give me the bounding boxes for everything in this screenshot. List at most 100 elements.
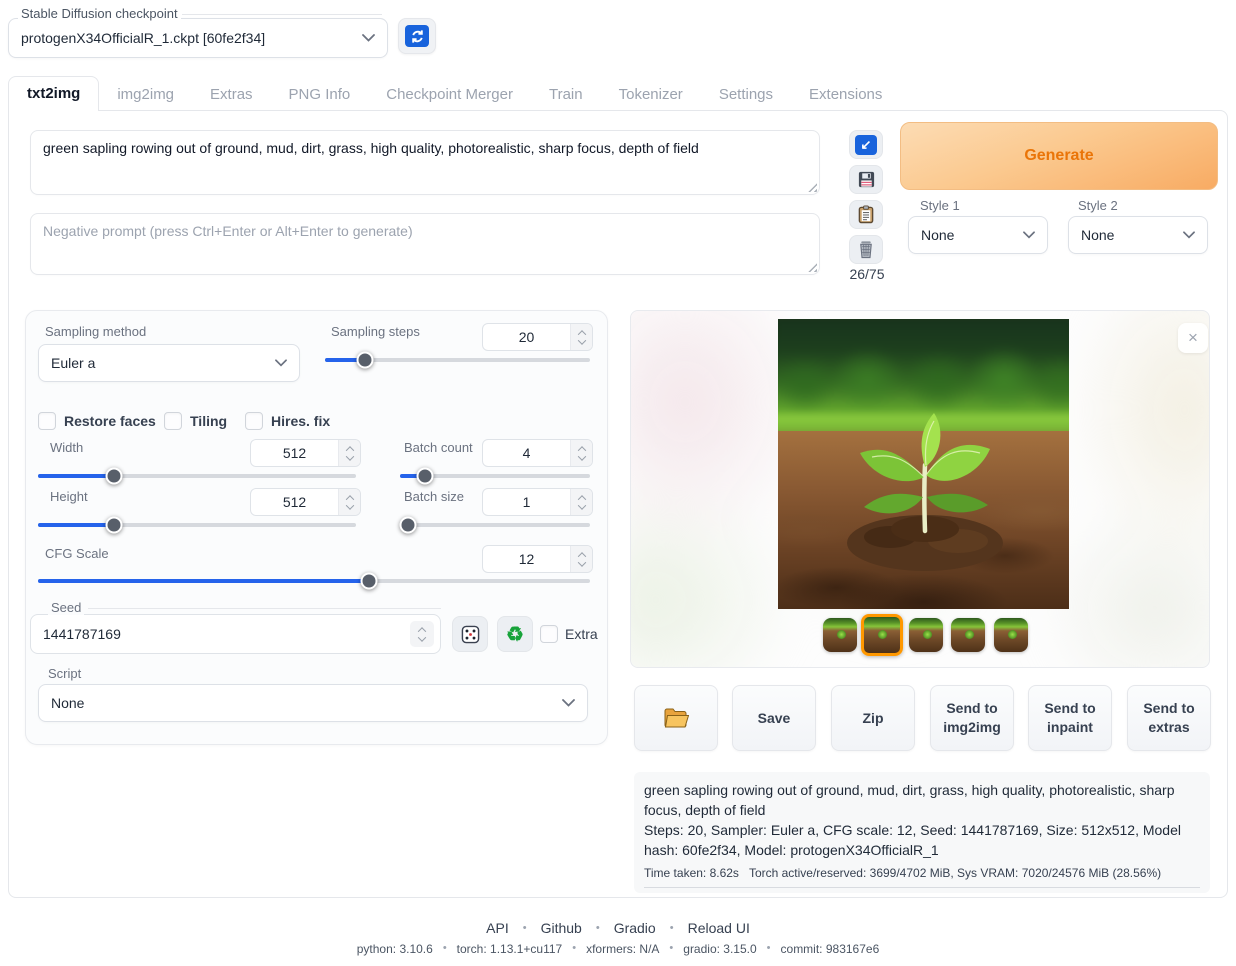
restore-faces-checkbox[interactable] [38, 412, 56, 430]
batch-count-label: Batch count [404, 440, 473, 455]
style1-label: Style 1 [920, 198, 960, 213]
zip-button[interactable]: Zip [831, 685, 915, 751]
thumbnail-4[interactable] [951, 618, 985, 652]
tab-settings[interactable]: Settings [701, 78, 791, 111]
batch-size-input[interactable]: 1 [482, 488, 593, 516]
sampling-steps-slider[interactable] [325, 358, 590, 362]
hires-fix-checkbox[interactable] [245, 412, 263, 430]
prompt-input[interactable]: green sapling rowing out of ground, mud,… [30, 130, 820, 195]
main-tabs: txt2img img2img Extras PNG Info Checkpoi… [8, 76, 900, 111]
extra-seed-checkbox[interactable] [540, 625, 558, 643]
thumbnail-2-selected[interactable] [861, 614, 903, 656]
script-dropdown[interactable]: None [38, 684, 588, 722]
xformers-version: xformers: N/A [586, 942, 659, 956]
slider-handle[interactable] [356, 352, 373, 369]
batch-size-label: Batch size [404, 489, 464, 504]
refresh-checkpoint-button[interactable] [398, 18, 436, 54]
spinner-icon[interactable] [570, 324, 592, 350]
seed-input[interactable]: 1441787169 [30, 614, 441, 654]
spinner-icon[interactable] [570, 440, 592, 466]
tab-extras[interactable]: Extras [192, 78, 271, 111]
tab-tokenizer[interactable]: Tokenizer [601, 78, 701, 111]
tab-txt2img[interactable]: txt2img [8, 76, 99, 111]
style2-dropdown[interactable]: None [1068, 216, 1208, 254]
reuse-seed-button[interactable]: ♻ [497, 616, 533, 652]
slider-handle[interactable] [361, 573, 378, 590]
thumbnail-5[interactable] [994, 618, 1028, 652]
tab-img2img[interactable]: img2img [99, 78, 192, 111]
style2-value: None [1081, 227, 1114, 243]
cfg-scale-slider[interactable] [38, 579, 590, 583]
height-slider[interactable] [38, 523, 356, 527]
width-slider[interactable] [38, 474, 356, 478]
spinner-icon[interactable] [338, 440, 360, 466]
random-seed-button[interactable] [452, 616, 488, 652]
height-input[interactable]: 512 [250, 488, 361, 516]
info-perf-text: Time taken: 8.62s Torch active/reserved: … [644, 866, 1200, 888]
send-to-extras-button[interactable]: Send to extras [1127, 685, 1211, 751]
save-style-button[interactable] [849, 165, 883, 194]
generation-info-box: green sapling rowing out of ground, mud,… [634, 772, 1210, 893]
time-taken: Time taken: 8.62s [644, 866, 739, 880]
cfg-scale-input[interactable]: 12 [482, 545, 593, 573]
spinner-icon[interactable] [570, 546, 592, 572]
script-label: Script [48, 666, 81, 681]
checkpoint-dropdown[interactable]: protogenX34OfficialR_1.ckpt [60fe2f34] [8, 18, 388, 58]
send-to-img2img-button[interactable]: Send to img2img [930, 685, 1014, 751]
arrow-down-left-icon: ↙ [855, 135, 877, 155]
tab-extensions[interactable]: Extensions [791, 78, 900, 111]
chevron-down-icon [275, 359, 287, 367]
clear-prompt-button[interactable] [849, 235, 883, 264]
height-value: 512 [251, 489, 338, 515]
cfg-scale-value: 12 [483, 546, 570, 572]
read-parameters-button[interactable]: ↙ [849, 130, 883, 159]
extra-seed-label: Extra [565, 626, 598, 642]
send-to-inpaint-button[interactable]: Send to inpaint [1028, 685, 1112, 751]
footer-link-gradio[interactable]: Gradio [614, 920, 656, 936]
spinner-icon[interactable] [410, 621, 434, 647]
close-icon: × [1188, 328, 1198, 348]
generate-button[interactable]: Generate [900, 122, 1218, 190]
sampling-method-dropdown[interactable]: Euler a [38, 344, 300, 382]
thumbnail-1[interactable] [823, 618, 857, 652]
prompt-wrap: green sapling rowing out of ground, mud,… [30, 130, 820, 195]
slider-handle[interactable] [106, 468, 123, 485]
chevron-down-icon [562, 699, 575, 707]
thumbnail-3[interactable] [909, 618, 943, 652]
tiling-checkbox[interactable] [164, 412, 182, 430]
batch-count-slider[interactable] [400, 474, 590, 478]
batch-count-input[interactable]: 4 [482, 439, 593, 467]
slider-handle[interactable] [399, 517, 416, 534]
close-gallery-button[interactable]: × [1178, 323, 1208, 353]
clipboard-icon [857, 205, 875, 224]
footer-link-github[interactable]: Github [541, 920, 582, 936]
width-input[interactable]: 512 [250, 439, 361, 467]
tab-checkpoint-merger[interactable]: Checkpoint Merger [368, 78, 531, 111]
vram-stats: Torch active/reserved: 3699/4702 MiB, Sy… [749, 866, 1161, 880]
seed-legend-line [88, 608, 441, 609]
slider-handle[interactable] [106, 517, 123, 534]
python-version: python: 3.10.6 [357, 942, 433, 956]
slider-handle[interactable] [416, 468, 433, 485]
dice-icon [461, 625, 480, 644]
negative-prompt-input[interactable] [30, 213, 820, 275]
footer-link-reload-ui[interactable]: Reload UI [688, 920, 750, 936]
footer-link-api[interactable]: API [486, 920, 509, 936]
seed-value: 1441787169 [43, 626, 121, 642]
result-gallery: × [630, 310, 1210, 668]
apply-style-button[interactable] [849, 200, 883, 229]
floppy-icon [857, 170, 876, 189]
generated-image[interactable] [778, 319, 1069, 609]
style1-dropdown[interactable]: None [908, 216, 1048, 254]
save-button[interactable]: Save [732, 685, 816, 751]
chevron-down-icon [1023, 231, 1035, 239]
height-label: Height [50, 489, 88, 504]
open-folder-button[interactable] [634, 685, 718, 751]
spinner-icon[interactable] [570, 489, 592, 515]
gradio-version: gradio: 3.15.0 [683, 942, 756, 956]
tab-train[interactable]: Train [531, 78, 601, 111]
batch-size-slider[interactable] [400, 523, 590, 527]
tab-png-info[interactable]: PNG Info [271, 78, 369, 111]
spinner-icon[interactable] [338, 489, 360, 515]
sampling-steps-input[interactable]: 20 [482, 323, 593, 351]
